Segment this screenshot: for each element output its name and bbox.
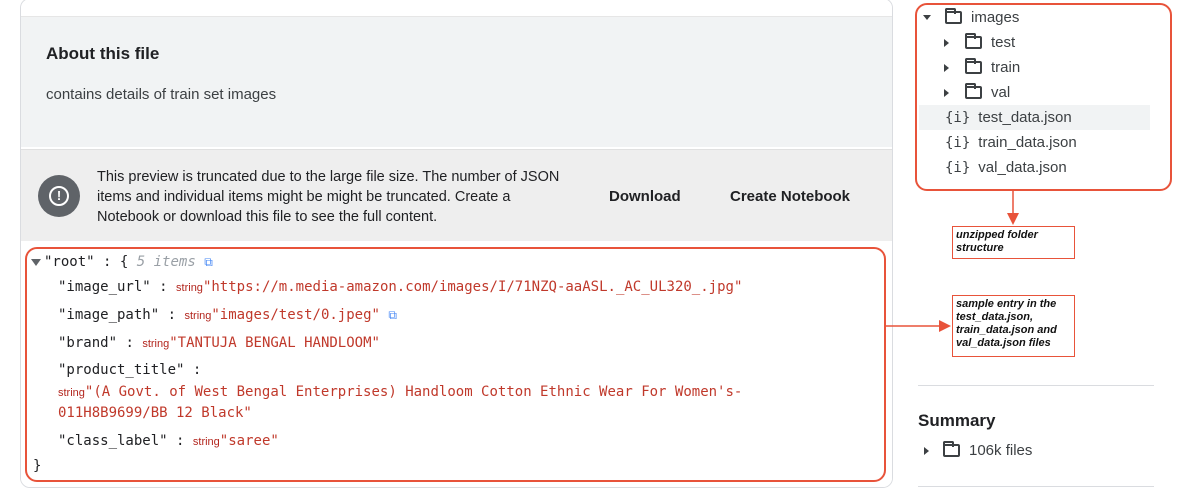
folder-structure-note: unzipped folder structure (952, 226, 1075, 259)
divider (918, 486, 1154, 487)
divider (918, 385, 1154, 386)
sample-entry-note: sample entry in the test_data.json, trai… (952, 295, 1075, 357)
folder-icon (943, 441, 960, 457)
chevron-right-icon[interactable] (924, 446, 929, 455)
summary-files-row[interactable]: 106k files (924, 438, 1154, 463)
summary-files-label: 106k files (969, 442, 1033, 459)
summary-heading: Summary (918, 411, 996, 430)
